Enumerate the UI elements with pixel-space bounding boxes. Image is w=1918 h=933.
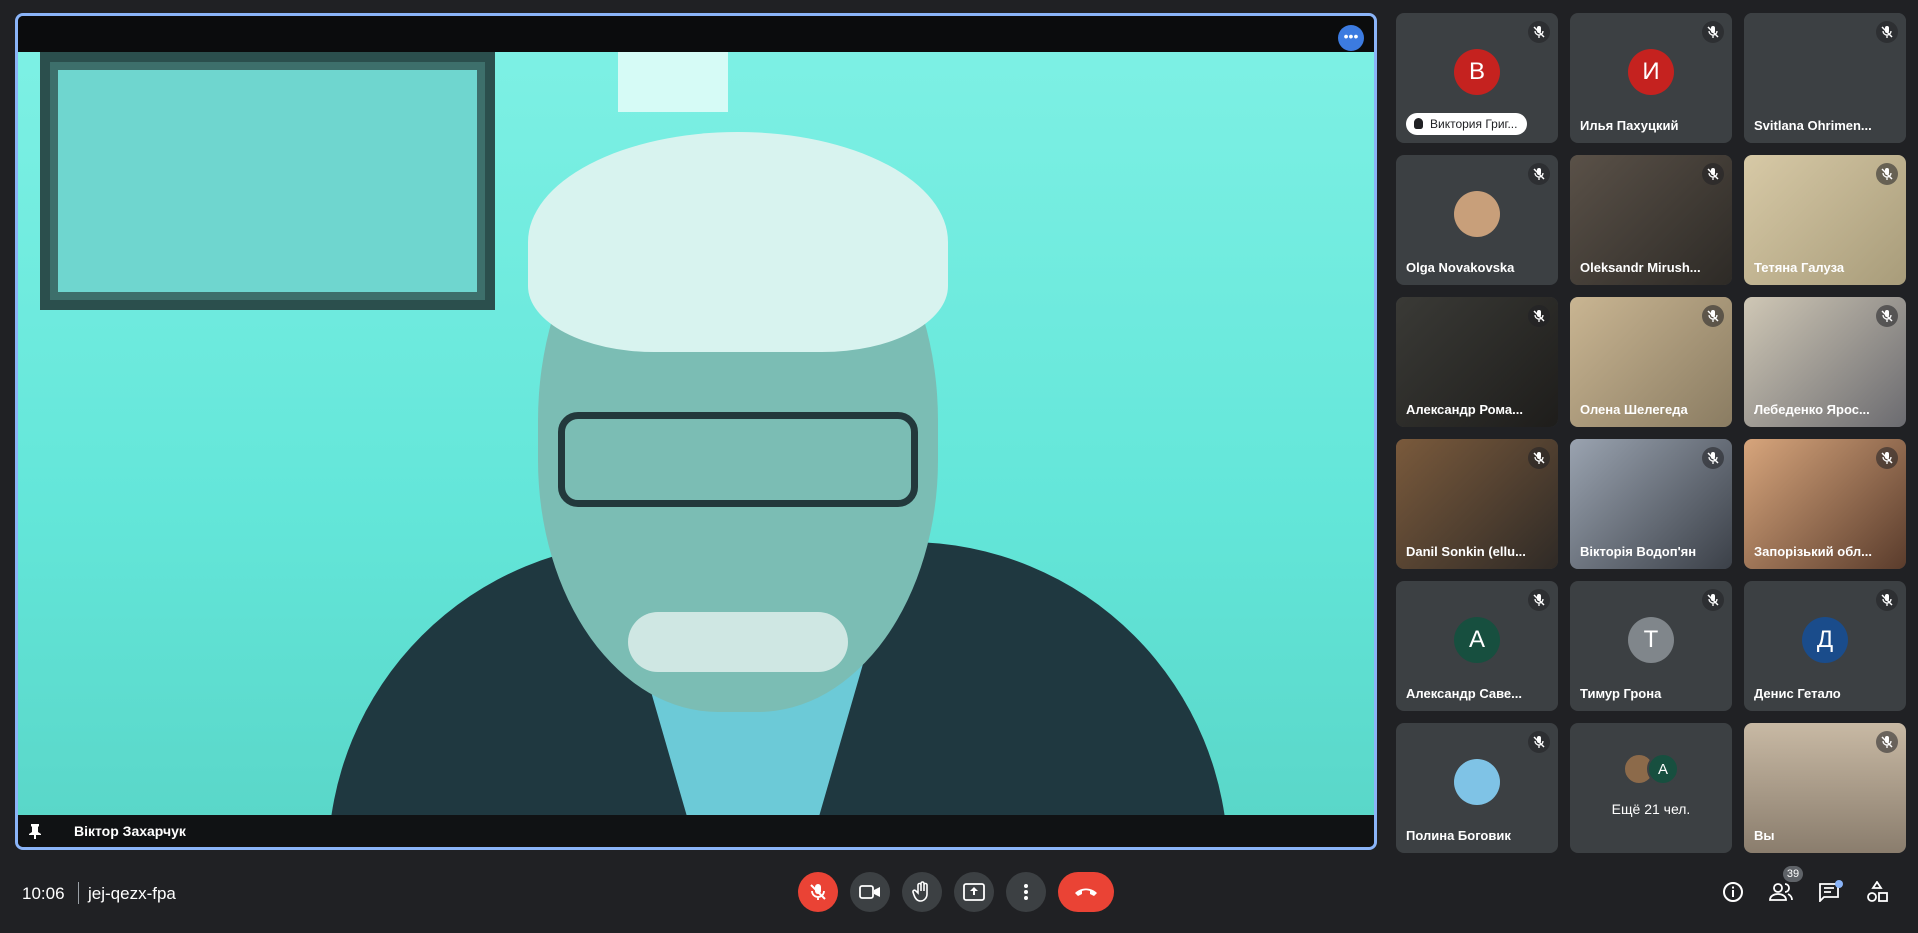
call-end-icon — [1075, 888, 1097, 896]
participant-avatar: А — [1454, 617, 1500, 663]
participant-tile[interactable]: Полина Боговик — [1396, 723, 1558, 853]
participant-name: Тетяна Галуза — [1754, 260, 1845, 275]
raise-hand-button[interactable] — [902, 872, 942, 912]
speaker-name-bar: Віктор Захарчук — [18, 815, 1374, 847]
present-button[interactable] — [954, 872, 994, 912]
speaker-options-button[interactable]: ••• — [1338, 25, 1364, 51]
meeting-info-button[interactable] — [1717, 876, 1749, 908]
participant-tile[interactable]: И Илья Пахуцкий — [1570, 13, 1732, 143]
participant-name: Александр Саве... — [1406, 686, 1522, 701]
participant-tile[interactable]: Д Денис Гетало — [1744, 581, 1906, 711]
people-icon — [1769, 883, 1793, 901]
participant-tile[interactable]: Лебеденко Ярос... — [1744, 297, 1906, 427]
mic-off-icon — [1876, 731, 1898, 753]
participant-avatar — [1454, 191, 1500, 237]
participant-name: Олена Шелегеда — [1580, 402, 1688, 417]
participant-tile[interactable]: Svitlana Ohrimen... — [1744, 13, 1906, 143]
mic-off-icon — [1702, 447, 1724, 469]
participant-name: Полина Боговик — [1406, 828, 1511, 843]
chat-notification-dot — [1835, 880, 1843, 888]
mic-off-icon — [1876, 589, 1898, 611]
mic-off-icon — [1528, 731, 1550, 753]
participant-name: Olga Novakovska — [1406, 260, 1515, 275]
activities-icon — [1867, 881, 1888, 902]
main-speaker-tile[interactable]: ••• Віктор Захарчук — [15, 13, 1377, 850]
speaker-top-bar — [18, 16, 1374, 52]
speaker-name: Віктор Захарчук — [74, 823, 186, 839]
mic-off-icon — [1528, 163, 1550, 185]
speaker-figure — [228, 112, 1228, 815]
participant-tile[interactable]: Вікторія Водоп'ян — [1570, 439, 1732, 569]
activities-button[interactable] — [1861, 876, 1893, 908]
raised-hand-badge: Виктория Григ... — [1406, 113, 1528, 135]
participant-name: Вы — [1754, 828, 1775, 843]
mic-off-icon — [1702, 589, 1724, 611]
participant-tile[interactable]: Тетяна Галуза — [1744, 155, 1906, 285]
mic-off-icon — [1528, 305, 1550, 327]
participant-name: Александр Рома... — [1406, 402, 1523, 417]
participant-name: Oleksandr Mirush... — [1580, 260, 1701, 275]
participant-tile[interactable]: Т Тимур Грона — [1570, 581, 1732, 711]
people-count-badge: 39 — [1783, 866, 1803, 882]
bottom-bar: 10:06 jej-qezx-fpa — [0, 860, 1918, 933]
participant-name: Лебеденко Ярос... — [1754, 402, 1870, 417]
more-participants-tile[interactable]: А Ещё 21 чел. — [1570, 723, 1732, 853]
participant-tile[interactable]: Запорізький обл... — [1744, 439, 1906, 569]
leave-call-button[interactable] — [1058, 872, 1114, 912]
video-camera-icon — [859, 885, 880, 899]
participant-tile[interactable]: А Александр Саве... — [1396, 581, 1558, 711]
participant-avatar: И — [1628, 49, 1674, 95]
meeting-code: jej-qezx-fpa — [88, 884, 176, 903]
present-screen-icon — [963, 883, 985, 901]
participant-avatar: А — [1647, 753, 1679, 785]
participant-tile[interactable]: Olga Novakovska — [1396, 155, 1558, 285]
participant-tile[interactable]: Danil Sonkin (ellu... — [1396, 439, 1558, 569]
meeting-time: 10:06 — [22, 884, 65, 903]
camera-toggle-button[interactable] — [850, 872, 890, 912]
participant-name: Илья Пахуцкий — [1580, 118, 1679, 133]
participant-tile[interactable]: Александр Рома... — [1396, 297, 1558, 427]
pin-icon[interactable] — [28, 823, 42, 839]
participant-tile[interactable]: В Виктория Григ... — [1396, 13, 1558, 143]
wall-paper — [618, 52, 728, 112]
participant-tile[interactable]: Вы — [1744, 723, 1906, 853]
participant-name: Запорізький обл... — [1754, 544, 1873, 559]
mic-off-icon — [1876, 305, 1898, 327]
mic-off-icon — [810, 884, 826, 900]
mic-off-icon — [1528, 589, 1550, 611]
participant-name: Вікторія Водоп'ян — [1580, 544, 1697, 559]
more-options-button[interactable] — [1006, 872, 1046, 912]
participant-tile[interactable]: Oleksandr Mirush... — [1570, 155, 1732, 285]
participant-avatar: Т — [1628, 617, 1674, 663]
participant-name: Денис Гетало — [1754, 686, 1841, 701]
mic-off-icon — [1528, 447, 1550, 469]
participant-avatar: В — [1454, 49, 1500, 95]
mic-off-icon — [1876, 163, 1898, 185]
mic-off-icon — [1702, 21, 1724, 43]
mic-off-icon — [1702, 163, 1724, 185]
hand-icon — [912, 881, 928, 902]
participant-name: Danil Sonkin (ellu... — [1406, 544, 1526, 559]
avatar-stack: А — [1623, 753, 1679, 785]
participant-avatar: Д — [1802, 617, 1848, 663]
more-vert-icon — [1024, 884, 1028, 900]
mic-off-icon — [1528, 21, 1550, 43]
divider — [78, 882, 79, 904]
participant-avatar — [1454, 759, 1500, 805]
info-icon — [1723, 882, 1743, 902]
mic-off-icon — [1876, 21, 1898, 43]
mic-off-icon — [1876, 447, 1898, 469]
mic-off-icon — [1702, 305, 1724, 327]
participant-name: Svitlana Ohrimen... — [1754, 118, 1872, 133]
mic-toggle-button[interactable] — [798, 872, 838, 912]
participant-name: Тимур Грона — [1580, 686, 1662, 701]
speaker-video — [18, 52, 1374, 815]
participant-tile[interactable]: Олена Шелегеда — [1570, 297, 1732, 427]
more-participants-label: Ещё 21 чел. — [1611, 801, 1691, 817]
